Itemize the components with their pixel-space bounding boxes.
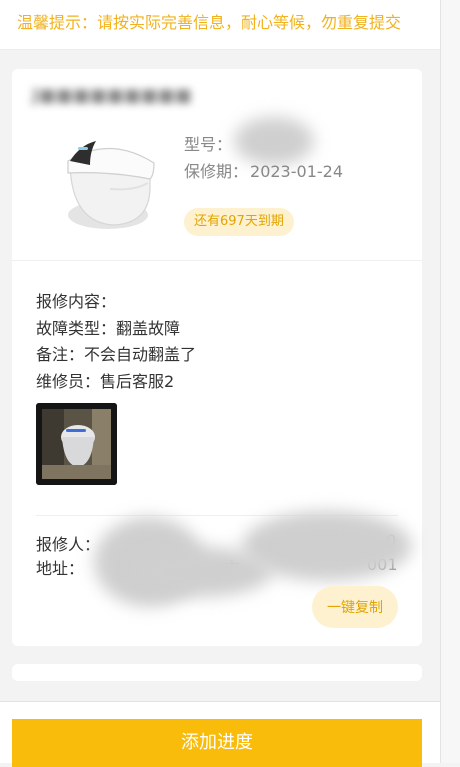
shop-name: J■■■■■■■■■ <box>32 85 192 106</box>
reporter-label: 报修人： <box>36 535 101 554</box>
warranty-row: 保修期： 2023-01-24 <box>184 158 343 182</box>
notice-text: 温馨提示：请按实际完善信息，耐心等候，勿重复提交 <box>17 13 402 32</box>
repair-order-card: J■■■■■■■■■ 型号： 保修期： 2023-01-24 还有697天到期 报… <box>12 69 422 646</box>
repair-photo-image <box>36 403 117 485</box>
smart-toilet-icon <box>67 141 155 229</box>
scrollbar[interactable] <box>440 0 460 763</box>
address-row: 地址： <box>36 555 84 579</box>
bottom-action-bar: 添加进度 <box>0 701 440 767</box>
technician-value: 售后客服2 <box>100 372 175 391</box>
notice-banner: 温馨提示：请按实际完善信息，耐心等候，勿重复提交 <box>0 0 440 50</box>
warranty-value: 2023-01-24 <box>250 162 343 181</box>
remark-label: 备注： <box>36 345 85 364</box>
fault-type-label: 故障类型： <box>36 319 117 338</box>
model-label: 型号： <box>184 135 233 154</box>
fault-type-row: 故障类型：翻盖故障 <box>36 315 180 339</box>
section-divider <box>12 260 422 261</box>
next-card <box>12 664 422 681</box>
copy-button[interactable]: 一键复制 <box>312 586 398 628</box>
add-progress-button[interactable]: 添加进度 <box>12 719 422 767</box>
technician-label: 维修员： <box>36 372 101 391</box>
address-label: 地址： <box>36 559 85 578</box>
remark-value: 不会自动翻盖了 <box>84 345 197 364</box>
model-row: 型号： <box>184 131 234 155</box>
technician-row: 维修员：售后客服2 <box>36 368 174 392</box>
expire-badge: 还有697天到期 <box>184 208 294 236</box>
reporter-row: 报修人： <box>36 531 100 555</box>
repair-content-label: 报修内容： <box>36 292 117 311</box>
repair-photo-thumbnail[interactable] <box>36 403 117 485</box>
redaction-blur <box>132 547 272 597</box>
remark-row: 备注：不会自动翻盖了 <box>36 341 196 365</box>
warranty-label: 保修期： <box>184 162 249 181</box>
fault-type-value: 翻盖故障 <box>116 319 181 338</box>
